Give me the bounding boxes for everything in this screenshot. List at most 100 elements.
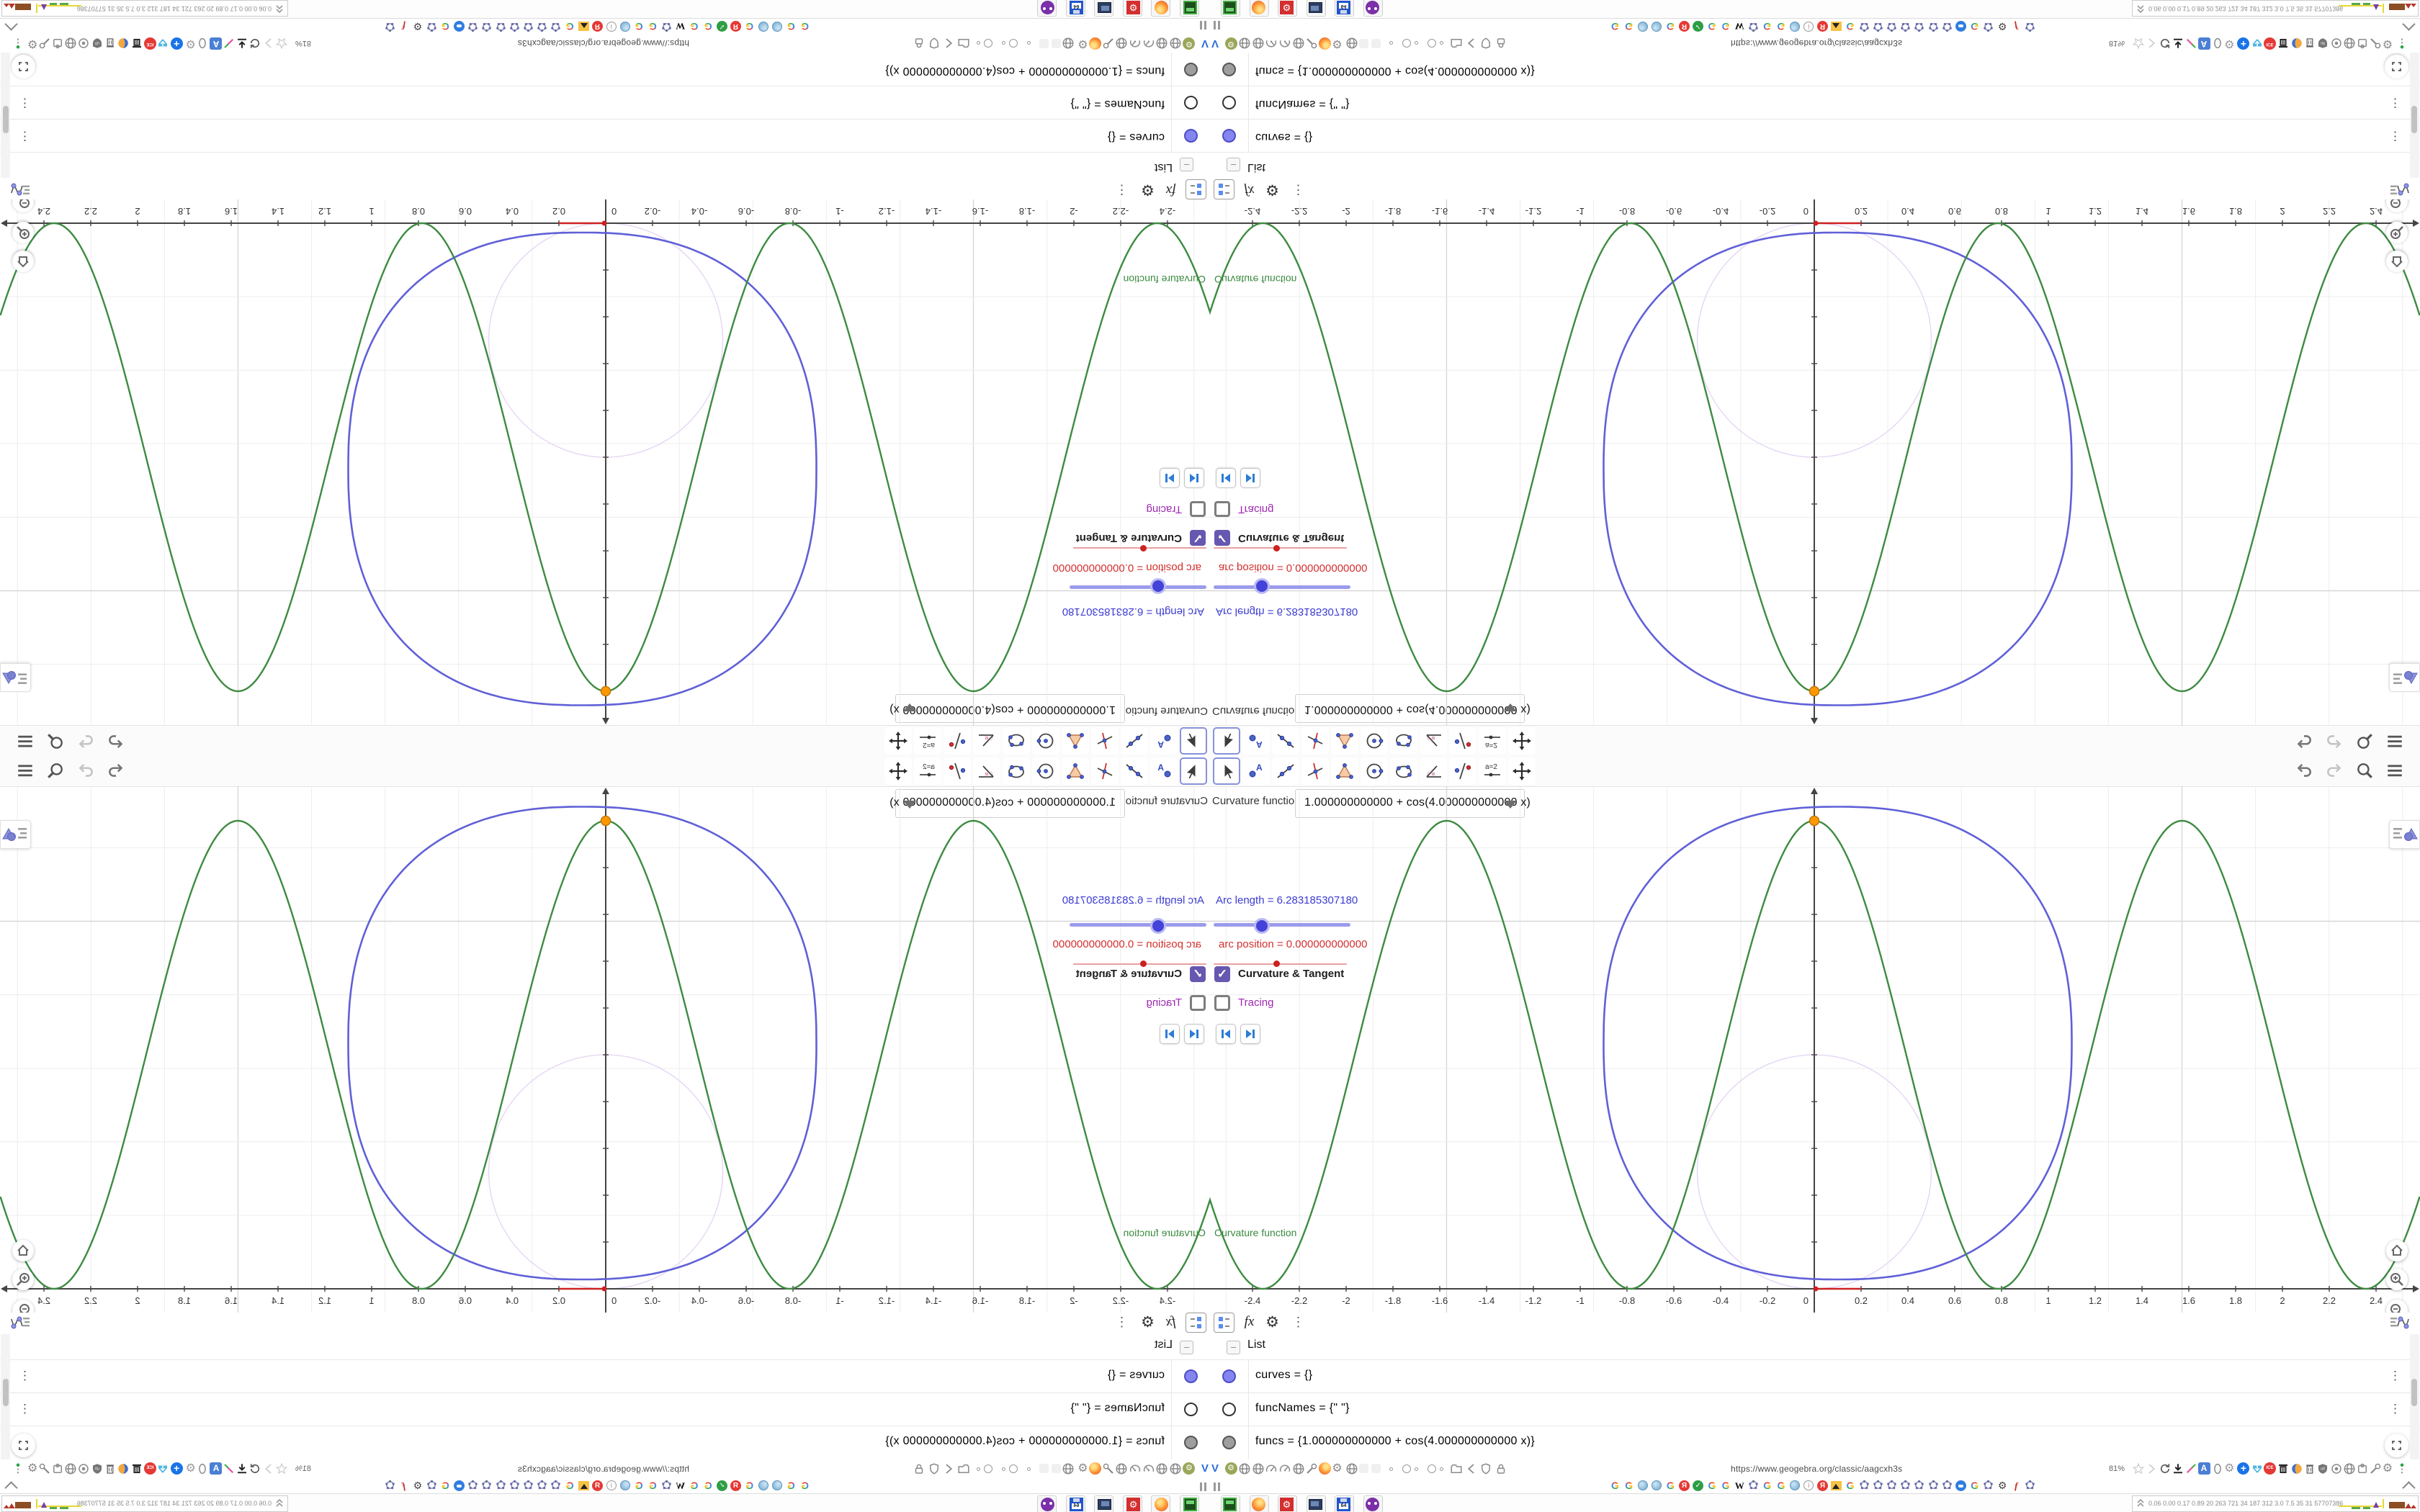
redo-button[interactable] <box>2325 761 2344 783</box>
taskbar-app-monitor-app[interactable] <box>1306 0 1326 17</box>
favicon-g[interactable]: G <box>633 20 645 32</box>
favicon-g[interactable]: G <box>633 1480 645 1492</box>
favicon-info[interactable]: i <box>605 20 617 32</box>
taskbar-app-firefox-app[interactable] <box>1151 1495 1171 1512</box>
taskbar-app-red-gear-app[interactable]: ⚙ <box>1123 1495 1142 1512</box>
visibility-toggle[interactable] <box>1184 129 1198 143</box>
visibility-toggle[interactable] <box>1222 129 1236 143</box>
favicon-blue-dot[interactable] <box>453 20 465 32</box>
favicon-gear-fav[interactable]: ⚙ <box>411 1480 424 1492</box>
visibility-toggle[interactable] <box>1184 1369 1198 1383</box>
graphics-view[interactable]: -2.4 -2.2 -2 -1.8 -1.6 -1.4 -1.2 -1 -0.8 -0.6 -0.4… <box>0 786 1210 1321</box>
skip-forward-button[interactable] <box>1160 1024 1180 1044</box>
folder-icon[interactable] <box>1450 1462 1463 1475</box>
globe-icon[interactable] <box>1292 1462 1305 1475</box>
graphics-view[interactable]: -2.4 -2.2 -2 -1.8 -1.6 -1.4 -1.2 -1 -0.8 -0.6 -0.4… <box>1210 786 2420 1321</box>
visibility-toggle[interactable] <box>1222 1403 1236 1416</box>
favicon-ggb[interactable] <box>1899 20 1912 32</box>
url-text[interactable]: https://www.geogebra.org/classic/aagcxh3… <box>518 1464 689 1474</box>
favicon-ggb[interactable] <box>1927 1480 1940 1492</box>
download-icon[interactable] <box>2172 37 2184 50</box>
taskbar-app-terminal-green[interactable] <box>1180 1495 1199 1512</box>
favicon-ggb[interactable] <box>536 20 548 32</box>
main-menu-button[interactable] <box>16 761 35 783</box>
star-icon[interactable] <box>275 1462 288 1475</box>
favicon-sphere[interactable] <box>757 20 769 32</box>
favicon-sphere[interactable] <box>1789 20 1801 32</box>
graphics-stylebar-button[interactable] <box>0 663 31 692</box>
slider-tool[interactable]: a=2 <box>914 727 941 755</box>
zoom-level-badge[interactable]: 81% <box>2109 1464 2125 1473</box>
favicon-sphere[interactable] <box>619 1480 631 1492</box>
settings-gear-icon[interactable]: ⚙ <box>1137 179 1158 199</box>
conic-through-points-tool[interactable] <box>1390 727 1417 755</box>
tree-view-button[interactable] <box>1186 179 1206 199</box>
favicon-ggb[interactable] <box>1872 1480 1884 1492</box>
back-arrow-icon[interactable] <box>943 1462 956 1475</box>
algebra-row-curves[interactable]: curves = {} ⋮ <box>0 119 1210 153</box>
pan-view-tool[interactable] <box>1508 727 1536 755</box>
perpendicular-line-tool[interactable] <box>1301 757 1329 785</box>
visibility-toggle[interactable] <box>1184 96 1198 109</box>
ublock-icon[interactable]: u0 <box>2316 1462 2329 1475</box>
favicon-g[interactable]: G <box>1761 1480 1773 1492</box>
oval-icon[interactable] <box>2211 1462 2224 1475</box>
arc-position-slider[interactable] <box>1073 544 1206 554</box>
visibility-toggle[interactable] <box>1184 1403 1198 1416</box>
redo-button[interactable] <box>2325 729 2344 751</box>
angle-tool[interactable]: α <box>1420 727 1447 755</box>
arc-position-slider[interactable] <box>1214 544 1347 554</box>
algebra-row-funcs[interactable]: funcs = {1.000000000000 + cos(4.00000000… <box>1210 52 2420 86</box>
oval-icon[interactable] <box>196 1462 209 1475</box>
search-button[interactable] <box>46 761 65 783</box>
favicon-ggb[interactable] <box>467 1480 479 1492</box>
favicon-sphere[interactable] <box>619 20 631 32</box>
back-arrow-icon[interactable] <box>1465 37 1478 50</box>
globe-icon[interactable] <box>1252 1462 1265 1475</box>
oval-icon[interactable] <box>196 37 209 50</box>
favicon-image[interactable] <box>578 1480 590 1492</box>
gear-outline-icon[interactable]: ⚙ <box>1075 37 1088 50</box>
favicon-ggb[interactable] <box>495 20 507 32</box>
graphics-stylebar-button[interactable] <box>0 820 31 849</box>
favicon-g[interactable]: G <box>564 1480 576 1492</box>
reflect-tool[interactable] <box>1449 757 1476 785</box>
favicon-sphere[interactable] <box>1636 1480 1649 1492</box>
favicon-yandex[interactable]: Я <box>591 1480 604 1492</box>
algebra-row-funcnames[interactable]: funcNames = {" "} ⋮ <box>0 1392 1210 1426</box>
scrollbar-thumb[interactable] <box>2411 106 2417 133</box>
reload-icon[interactable] <box>2159 37 2172 50</box>
favicon-g[interactable]: G <box>1706 20 1718 32</box>
slider-thumb[interactable] <box>1254 578 1270 594</box>
line-tool[interactable] <box>1272 727 1299 755</box>
zoom-in-button[interactable] <box>2386 1269 2408 1290</box>
scrollbar-thumb[interactable] <box>3 106 9 133</box>
favicon-ggb[interactable] <box>508 1480 521 1492</box>
favicon-g[interactable]: G <box>799 20 811 32</box>
undo-button[interactable] <box>107 729 125 751</box>
favicon-ggb[interactable] <box>480 1480 493 1492</box>
chevrons-icon[interactable] <box>2136 4 2146 14</box>
algebra-row-funcnames[interactable]: funcNames = {" "} ⋮ <box>1210 1392 2420 1426</box>
point-tool[interactable]: A <box>1242 727 1270 755</box>
ice-red-icon[interactable]: ICE <box>2264 37 2277 50</box>
pan-view-tool[interactable] <box>884 757 912 785</box>
perpendicular-line-tool[interactable] <box>1091 757 1119 785</box>
algebra-row-funcs[interactable]: funcs = {1.000000000000 + cos(4.00000000… <box>0 52 1210 86</box>
favicon-info[interactable]: i <box>1803 20 1815 32</box>
firefox-icon[interactable] <box>1088 1462 1102 1475</box>
favicon-ggb[interactable] <box>1982 20 1994 32</box>
search-button[interactable] <box>2355 761 2374 783</box>
favicon-g[interactable]: G <box>1706 1480 1718 1492</box>
polygon-tool[interactable] <box>1331 727 1358 755</box>
bin-outline-icon[interactable] <box>2303 37 2316 50</box>
favicon-yandex[interactable]: Я <box>591 20 604 32</box>
favicon-f-red[interactable]: f <box>398 20 410 32</box>
slider-thumb[interactable] <box>1254 918 1270 934</box>
favicon-sphere[interactable] <box>1789 1480 1801 1492</box>
arc-length-slider[interactable] <box>1070 578 1206 594</box>
favicon-sphere[interactable] <box>1636 20 1649 32</box>
circle-center-point-tool[interactable] <box>1032 757 1059 785</box>
favicon-image[interactable] <box>1830 20 1842 32</box>
settings-gear-icon[interactable]: ⚙ <box>1137 1313 1158 1333</box>
